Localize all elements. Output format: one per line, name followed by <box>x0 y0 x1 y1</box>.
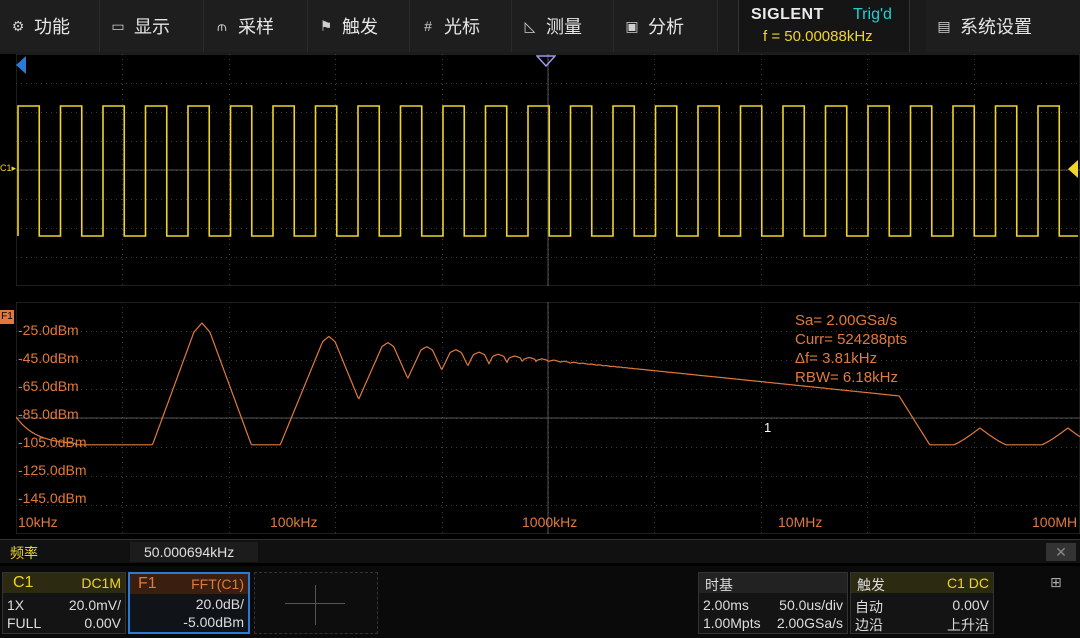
fft-x-label: 1000kHz <box>522 514 578 530</box>
document-icon: ▤ <box>937 17 951 34</box>
trigger-type: 边沿 <box>855 617 883 633</box>
fft-spectrum <box>16 302 1080 534</box>
measure-value: 50.000694kHz <box>130 542 258 562</box>
fft-panel-offset: -5.00dBm <box>183 614 244 630</box>
channel1-bandwidth: FULL <box>7 615 42 631</box>
trigger-title: 触发 <box>857 577 885 593</box>
channel1-offset: 0.00V <box>84 615 121 631</box>
channel1-scale: 20.0mV/ <box>68 597 121 613</box>
trigger-slope: 上升沿 <box>947 617 989 633</box>
fft-y-label: -25.0dBm <box>18 322 79 338</box>
fft-info-sample-rate: Sa= 2.00GSa/s <box>795 312 898 329</box>
channel-ground-marker[interactable]: C1▸ <box>0 163 16 174</box>
fft-y-label: -125.0dBm <box>18 462 87 478</box>
status-box: SIGLENT Trig'd f = 50.00088kHz <box>738 0 910 52</box>
fft-panel[interactable]: F1 FFT(C1) 20.0dB/ -5.00dBm <box>128 572 250 634</box>
add-icon-vertical <box>315 585 316 625</box>
channel1-tag: C1 <box>13 574 34 591</box>
fft-panel-tag: F1 <box>138 575 157 592</box>
trigger-level-marker[interactable] <box>1068 160 1078 178</box>
channel1-probe: 1X <box>7 597 25 613</box>
trigger-level: 0.00V <box>952 597 989 613</box>
channel-marker-label: C1 <box>0 163 12 173</box>
monitor-icon: ▭ <box>111 17 125 34</box>
trigger-position-marker[interactable] <box>16 56 26 74</box>
menu-system-settings[interactable]: ▤ 系统设置 <box>926 0 1080 52</box>
add-channel-button[interactable] <box>254 572 378 634</box>
fft-y-label: -145.0dBm <box>18 490 87 506</box>
fft-panel-scale: 20.0dB/ <box>195 596 244 612</box>
network-icon[interactable]: ⊞ <box>1050 574 1070 594</box>
menu-display-label: 显示 <box>134 17 170 37</box>
measure-close-button[interactable]: ✕ <box>1046 543 1076 561</box>
fft-peak-marker: 1 <box>764 420 772 435</box>
fft-x-label: 100MH <box>1032 514 1078 530</box>
fft-info-rbw: RBW= 6.18kHz <box>795 369 898 386</box>
analysis-icon: ▣ <box>625 17 639 34</box>
timebase-depth: 1.00Mpts <box>703 615 761 631</box>
timebase-rate: 2.00GSa/s <box>776 615 843 631</box>
menu-measure[interactable]: ◺ 测量 <box>512 0 614 52</box>
trigger-delay-marker[interactable] <box>536 55 556 67</box>
fft-marker-label: F1 <box>1 311 13 322</box>
timebase-delay: 2.00ms <box>703 597 749 613</box>
fft-info-points: Curr= 524288pts <box>795 331 908 348</box>
fft-x-label: 100kHz <box>270 514 318 530</box>
trigger-mode: 自动 <box>855 599 883 615</box>
ruler-icon: ◺ <box>524 17 536 34</box>
channel1-coupling: DC1M <box>81 575 121 591</box>
cursor-icon: # <box>424 18 432 34</box>
menu-acquire[interactable]: ⫙ 采样 <box>204 0 308 52</box>
menu-analysis-label: 分析 <box>648 17 684 37</box>
menu-display[interactable]: ▭ 显示 <box>100 0 204 52</box>
fft-x-label: 10MHz <box>778 514 823 530</box>
brand-logo: SIGLENT <box>751 6 824 23</box>
menu-trigger-label: 触发 <box>342 17 378 37</box>
menu-system-settings-label: 系统设置 <box>960 17 1032 37</box>
fft-x-label: 10kHz <box>18 514 58 530</box>
channel-waveform-area[interactable] <box>16 54 1080 286</box>
menu-measure-label: 测量 <box>546 17 582 37</box>
menu-cursor-label: 光标 <box>444 17 480 37</box>
fft-info-delta-f: Δf= 3.81kHz <box>795 350 878 367</box>
timebase-scale: 50.0us/div <box>779 597 843 613</box>
sample-icon: ⫙ <box>217 17 227 34</box>
timebase-panel[interactable]: 时基 2.00ms 50.0us/div 1.00Mpts 2.00GSa/s <box>698 572 848 634</box>
top-menu-bar: ⚙ 功能 ▭ 显示 ⫙ 采样 ⚑ 触发 # 光标 ◺ 测量 ▣ 分析 SIGLE… <box>0 0 1080 54</box>
channel1-panel[interactable]: C1 DC1M 1X 20.0mV/ FULL 0.00V <box>2 572 126 634</box>
measurement-bar: 频率 50.000694kHz ✕ <box>0 539 1080 563</box>
trigger-source: C1 DC <box>946 575 989 591</box>
fft-y-label: -85.0dBm <box>18 406 79 422</box>
flag-icon: ⚑ <box>319 17 333 34</box>
frequency-readout: f = 50.00088kHz <box>763 28 873 45</box>
fft-panel-source: FFT(C1) <box>191 576 244 592</box>
menu-function[interactable]: ⚙ 功能 <box>0 0 100 52</box>
menu-analysis[interactable]: ▣ 分析 <box>614 0 718 52</box>
timebase-title: 时基 <box>705 577 733 593</box>
fft-y-label: -65.0dBm <box>18 378 79 394</box>
menu-acquire-label: 采样 <box>238 17 274 37</box>
status-bar: C1 DC1M 1X 20.0mV/ FULL 0.00V F1 FFT(C1)… <box>0 566 1080 638</box>
measure-label: 频率 <box>10 545 38 561</box>
fft-y-label: -45.0dBm <box>18 350 79 366</box>
trigger-status: Trig'd <box>853 6 892 23</box>
gear-icon: ⚙ <box>11 17 25 34</box>
fft-marker[interactable]: F1 <box>0 310 14 324</box>
channel-waveform-grid <box>16 54 1080 286</box>
fft-area[interactable] <box>16 302 1080 534</box>
menu-trigger[interactable]: ⚑ 触发 <box>308 0 410 52</box>
trigger-panel[interactable]: 触发 C1 DC 自动 0.00V 边沿 上升沿 <box>850 572 994 634</box>
fft-y-label: -105.0dBm <box>18 434 87 450</box>
menu-function-label: 功能 <box>34 17 70 37</box>
menu-cursor[interactable]: # 光标 <box>410 0 512 52</box>
